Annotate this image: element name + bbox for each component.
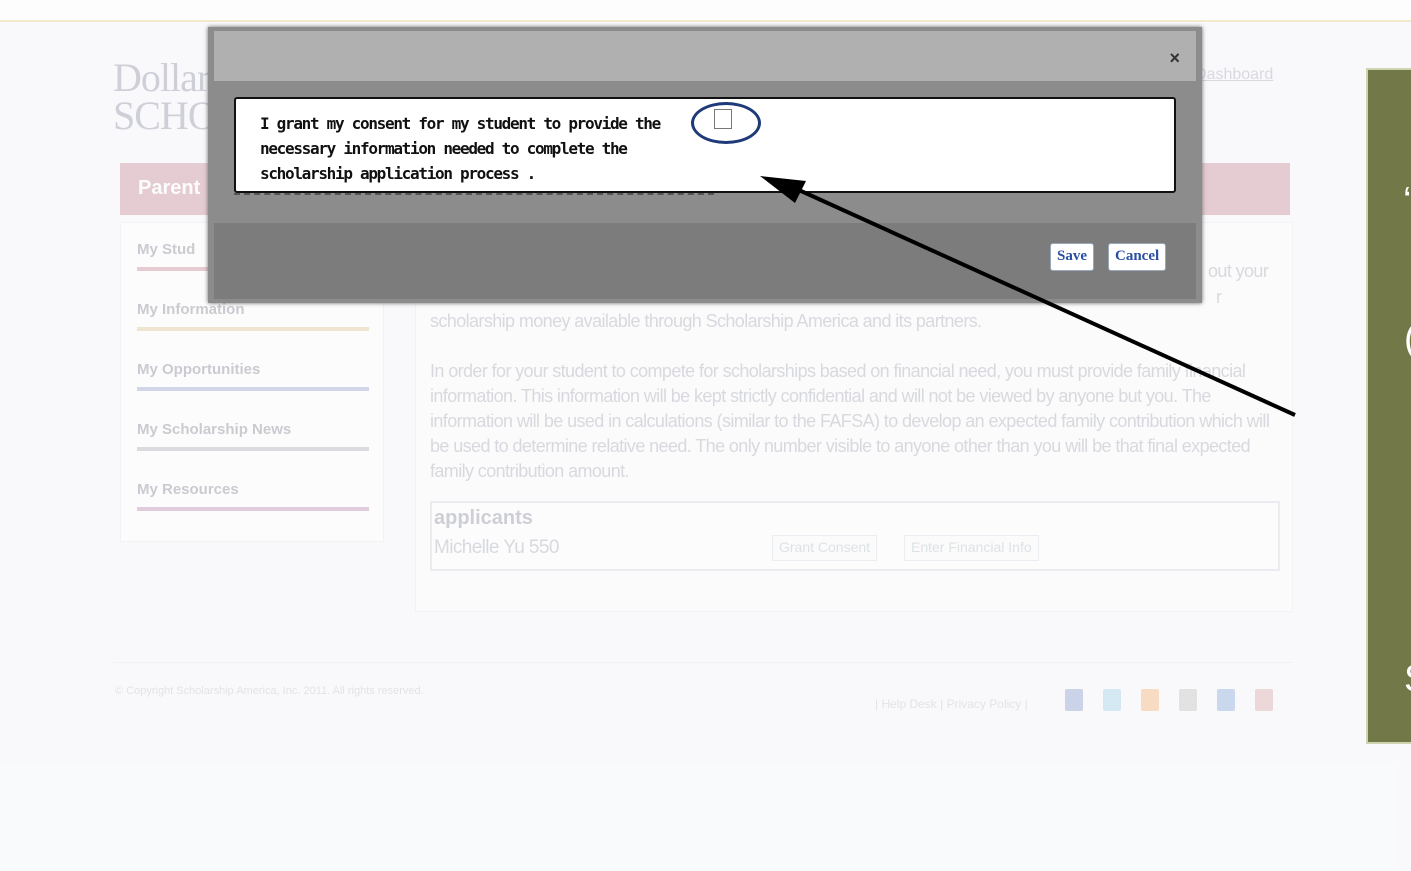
callout-char-3: S: [1404, 658, 1411, 701]
annotation-arrow: [760, 176, 1296, 417]
callout-panel: “ ( S: [1366, 68, 1411, 744]
callout-char-2: (: [1404, 318, 1411, 361]
callout-char-1: “: [1404, 180, 1411, 223]
